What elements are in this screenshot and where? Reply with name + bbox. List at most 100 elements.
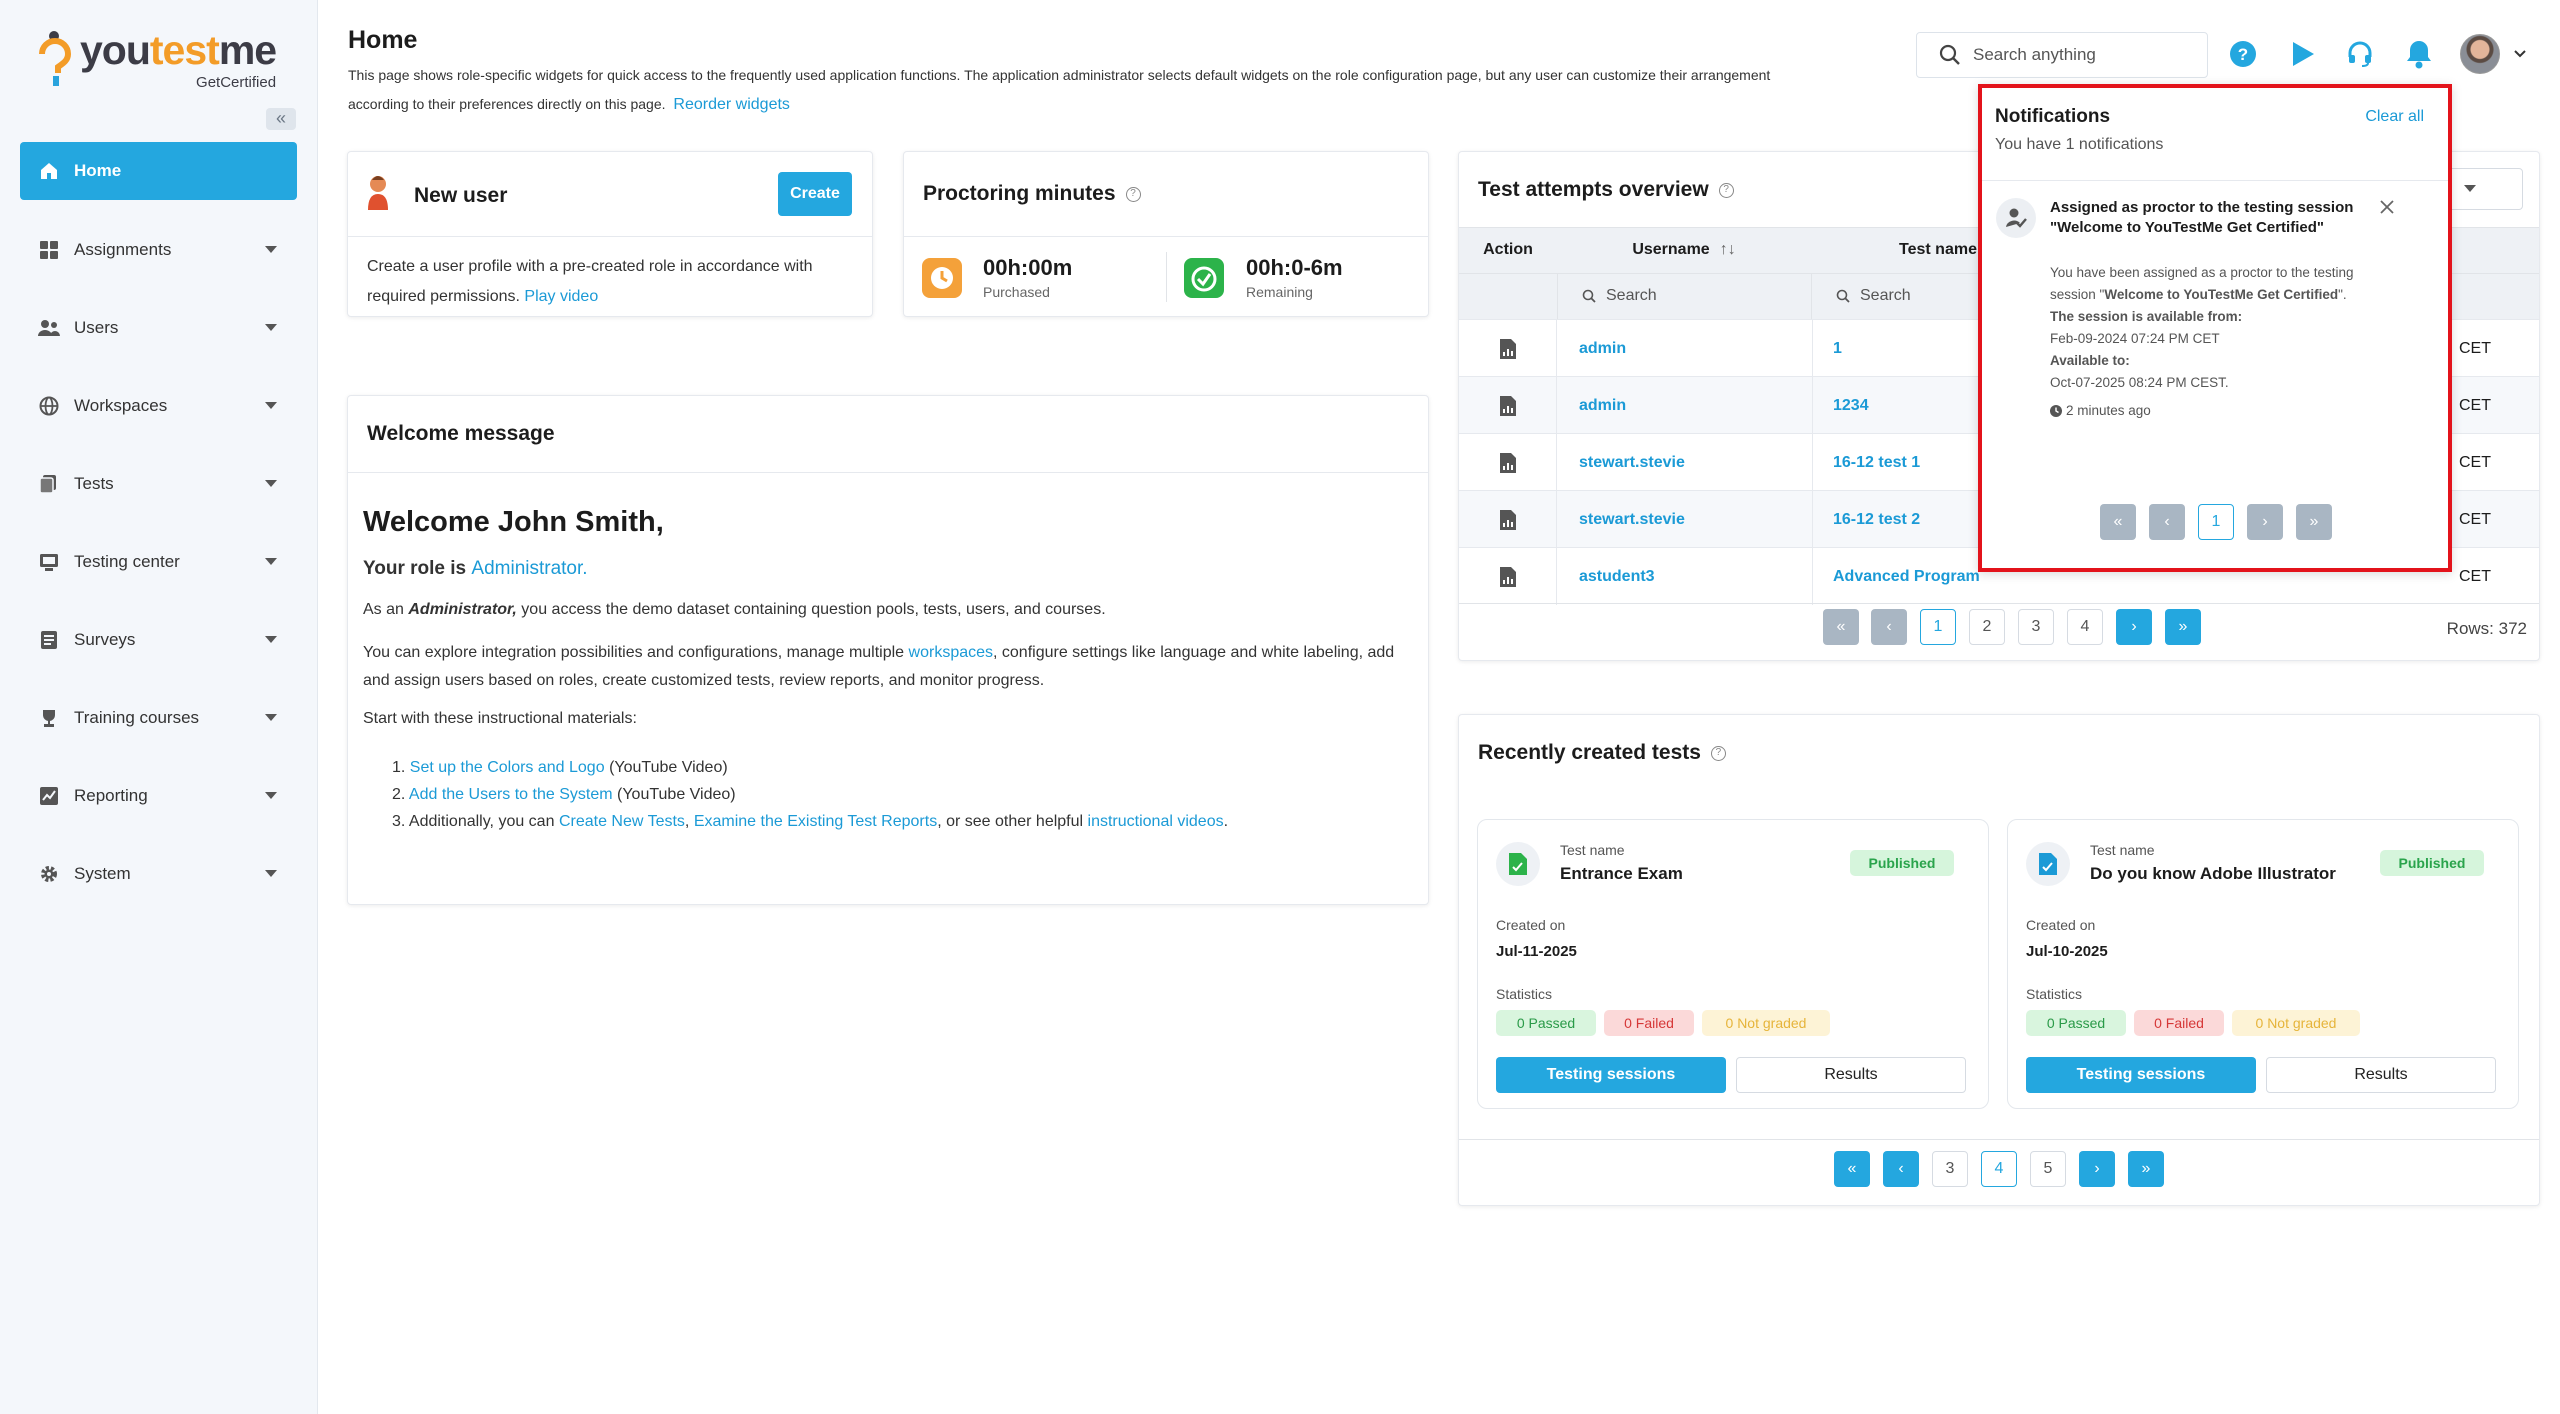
username-link[interactable]: astudent3 — [1579, 548, 1813, 605]
testing-sessions-button[interactable]: Testing sessions — [1496, 1057, 1726, 1093]
column-header-username[interactable]: Username ↑↓ — [1557, 227, 1811, 273]
next-page-button[interactable]: › — [2116, 609, 2152, 645]
help-icon[interactable]: ? — [1718, 182, 1734, 198]
report-icon[interactable] — [1459, 491, 1557, 548]
last-page-button[interactable]: » — [2128, 1151, 2164, 1187]
sidebar-item-label: Surveys — [74, 630, 136, 649]
failed-badge: 0 Failed — [2134, 1010, 2224, 1036]
prev-page-button[interactable]: ‹ — [1871, 609, 1907, 645]
test-reports-link[interactable]: Examine the Existing Test Reports — [694, 813, 937, 830]
help-icon[interactable]: ? — [1710, 745, 1726, 761]
sidebar-item-tests[interactable]: Tests — [20, 455, 297, 513]
page-button[interactable]: 4 — [2067, 609, 2103, 645]
instructional-videos-link[interactable]: instructional videos — [1088, 813, 1224, 830]
date-cell: CET — [2459, 510, 2491, 528]
username-link[interactable]: stewart.stevie — [1579, 491, 1813, 548]
test-name-link[interactable]: 1 — [1833, 320, 1842, 377]
results-button[interactable]: Results — [2266, 1057, 2496, 1093]
results-button[interactable]: Results — [1736, 1057, 1966, 1093]
date-cell: CET — [2459, 339, 2491, 357]
close-icon[interactable] — [2380, 200, 2394, 214]
create-user-button[interactable]: Create — [778, 172, 852, 216]
add-users-link[interactable]: Add the Users to the System — [409, 786, 613, 803]
test-name-label: Test name — [2090, 842, 2155, 858]
test-name[interactable]: Entrance Exam — [1560, 864, 1683, 884]
test-name-link[interactable]: 1234 — [1833, 377, 1869, 434]
test-card: Test name Entrance Exam Published Created o… — [1477, 819, 1989, 1109]
page-button[interactable]: 4 — [1981, 1151, 2017, 1187]
date-cell: CET — [2459, 567, 2491, 585]
username-link[interactable]: stewart.stevie — [1579, 434, 1813, 491]
report-icon[interactable] — [1459, 434, 1557, 491]
testing-sessions-button[interactable]: Testing sessions — [2026, 1057, 2256, 1093]
sidebar-item-label: Training courses — [74, 708, 200, 727]
proctor-icon — [1996, 198, 2036, 238]
username-filter-input[interactable]: Search — [1557, 273, 1811, 319]
colors-logo-link[interactable]: Set up the Colors and Logo — [410, 759, 605, 776]
sort-icon[interactable]: ↑↓ — [1720, 241, 1736, 259]
help-icon[interactable]: ? — [2225, 36, 2261, 72]
sidebar-item-home[interactable]: Home — [20, 142, 297, 200]
sidebar-item-workspaces[interactable]: Workspaces — [20, 377, 297, 435]
purchased-label: Purchased — [983, 284, 1050, 300]
sidebar-item-users[interactable]: Users — [20, 299, 297, 357]
chevron-down-icon — [265, 714, 277, 721]
chevron-down-icon[interactable] — [2514, 50, 2526, 58]
username-link[interactable]: admin — [1579, 320, 1813, 377]
sidebar-item-assignments[interactable]: Assignments — [20, 221, 297, 279]
headset-icon[interactable] — [2342, 36, 2378, 72]
logo[interactable]: youtestme GetCertified — [38, 28, 277, 91]
widget-title: Proctoring minutes — [923, 182, 1116, 205]
bell-icon[interactable] — [2401, 36, 2437, 72]
logo-tagline: GetCertified — [196, 74, 277, 91]
reporting-icon — [38, 785, 60, 807]
report-icon[interactable] — [1459, 548, 1557, 605]
first-page-button[interactable]: « — [1834, 1151, 1870, 1187]
users-icon — [38, 317, 60, 339]
page-button[interactable]: 3 — [1932, 1151, 1968, 1187]
welcome-paragraph-1: As an Administrator, you access the demo… — [363, 596, 1403, 624]
test-name[interactable]: Do you know Adobe Illustrator — [2090, 864, 2336, 884]
next-page-button[interactable]: › — [2079, 1151, 2115, 1187]
sidebar-item-training-courses[interactable]: Training courses — [20, 689, 297, 747]
report-icon[interactable] — [1459, 320, 1557, 377]
page-button[interactable]: 3 — [2018, 609, 2054, 645]
page-button[interactable]: 1 — [1920, 609, 1956, 645]
play-icon[interactable] — [2284, 36, 2320, 72]
page-button[interactable]: 2 — [1969, 609, 2005, 645]
test-name-link[interactable]: Advanced Program — [1833, 548, 1980, 605]
search-icon — [1582, 289, 1596, 303]
page-button[interactable]: 1 — [2198, 504, 2234, 540]
test-name-link[interactable]: 16-12 test 1 — [1833, 434, 1920, 491]
first-page-button[interactable]: « — [2100, 504, 2136, 540]
page-button[interactable]: 5 — [2030, 1151, 2066, 1187]
username-link[interactable]: admin — [1579, 377, 1813, 434]
available-from-value: Feb-09-2024 07:24 PM CET — [2050, 331, 2220, 346]
sidebar-item-reporting[interactable]: Reporting — [20, 767, 297, 825]
last-page-button[interactable]: » — [2165, 609, 2201, 645]
test-name-link[interactable]: 16-12 test 2 — [1833, 491, 1920, 548]
prev-page-button[interactable]: ‹ — [2149, 504, 2185, 540]
sidebar-item-system[interactable]: System — [20, 845, 297, 903]
first-page-button[interactable]: « — [1823, 609, 1859, 645]
create-tests-link[interactable]: Create New Tests — [559, 813, 685, 830]
notification-message: You have been assigned as a proctor to t… — [2050, 262, 2370, 306]
p2-text-a: You can explore integration possibilitie… — [363, 644, 905, 661]
chevron-down-icon — [265, 558, 277, 565]
user-avatar[interactable] — [2460, 34, 2500, 74]
role-value: Administrator. — [471, 558, 588, 579]
clear-all-button[interactable]: Clear all — [2365, 108, 2424, 126]
next-page-button[interactable]: › — [2247, 504, 2283, 540]
reorder-widgets-link[interactable]: Reorder widgets — [673, 96, 790, 113]
help-icon[interactable]: ? — [1125, 186, 1141, 202]
proctoring-minutes-widget: Proctoring minutes ? 00h:00m Purchased 0… — [903, 151, 1429, 317]
last-page-button[interactable]: » — [2296, 504, 2332, 540]
global-search-input[interactable]: Search anything — [1916, 32, 2208, 78]
workspaces-link[interactable]: workspaces — [909, 644, 993, 661]
prev-page-button[interactable]: ‹ — [1883, 1151, 1919, 1187]
report-icon[interactable] — [1459, 377, 1557, 434]
sidebar-item-surveys[interactable]: Surveys — [20, 611, 297, 669]
sidebar-item-testing-center[interactable]: Testing center — [20, 533, 297, 591]
play-video-link[interactable]: Play video — [524, 288, 598, 305]
collapse-sidebar-button[interactable]: « — [266, 108, 296, 130]
